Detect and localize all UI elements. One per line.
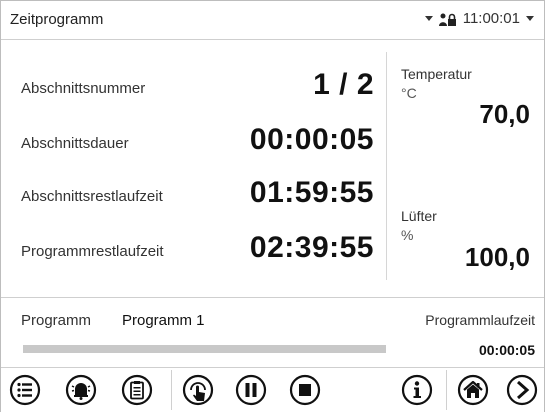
section-duration-value: 00:00:05: [249, 123, 374, 156]
section-remaining-value: 01:59:55: [249, 176, 374, 209]
fan-unit: %: [401, 227, 414, 243]
temperature-label: Temperatur: [401, 66, 472, 82]
controller-screen: Zeitprogramm 11:00:01 Abschnittsnummer 1…: [0, 0, 545, 412]
header-status: 11:00:01: [424, 10, 534, 27]
section-number-value: 1 / 2: [313, 68, 374, 101]
user-lock-icon[interactable]: [438, 11, 457, 27]
fan-value[interactable]: 100,0: [465, 242, 530, 273]
panel-divider: [386, 52, 387, 280]
program-remaining-label: Programmrestlaufzeit: [21, 243, 164, 260]
alarm-icon[interactable]: [65, 374, 97, 406]
fan-label: Lüfter: [401, 208, 437, 224]
program-name: Programm 1: [122, 312, 205, 329]
section-divider: [1, 297, 544, 298]
title-bar: Zeitprogramm 11:00:01: [1, 1, 544, 40]
temperature-unit: °C: [401, 85, 417, 101]
program-runtime-label: Programmlaufzeit: [425, 312, 535, 328]
program-runtime-value: 00:00:05: [478, 342, 535, 358]
info-icon[interactable]: [401, 374, 433, 406]
status-panel: Abschnittsnummer 1 / 2 Abschnittsdauer 0…: [1, 40, 544, 296]
program-label: Programm: [21, 312, 92, 329]
temperature-value[interactable]: 70,0: [479, 99, 530, 130]
toolbar-separator: [171, 370, 172, 410]
section-remaining-label: Abschnittsrestlaufzeit: [21, 188, 163, 205]
bottom-toolbar: [1, 367, 544, 412]
menu-icon[interactable]: [9, 374, 41, 406]
program-progress-bar: [23, 345, 386, 353]
dropdown-arrow-icon[interactable]: [424, 16, 433, 21]
next-icon[interactable]: [506, 374, 538, 406]
clock-time: 11:00:01: [462, 10, 520, 27]
section-number-label: Abschnittsnummer: [21, 80, 146, 97]
stop-icon[interactable]: [289, 374, 321, 406]
clipboard-icon[interactable]: [121, 374, 153, 406]
touch-control-icon[interactable]: [182, 374, 214, 406]
program-remaining-value: 02:39:55: [249, 231, 374, 264]
page-title: Zeitprogramm: [10, 11, 104, 28]
home-icon[interactable]: [457, 374, 489, 406]
time-dropdown-icon[interactable]: [526, 16, 534, 21]
toolbar-separator: [446, 370, 447, 410]
section-duration-label: Abschnittsdauer: [21, 135, 129, 152]
pause-icon[interactable]: [235, 374, 267, 406]
